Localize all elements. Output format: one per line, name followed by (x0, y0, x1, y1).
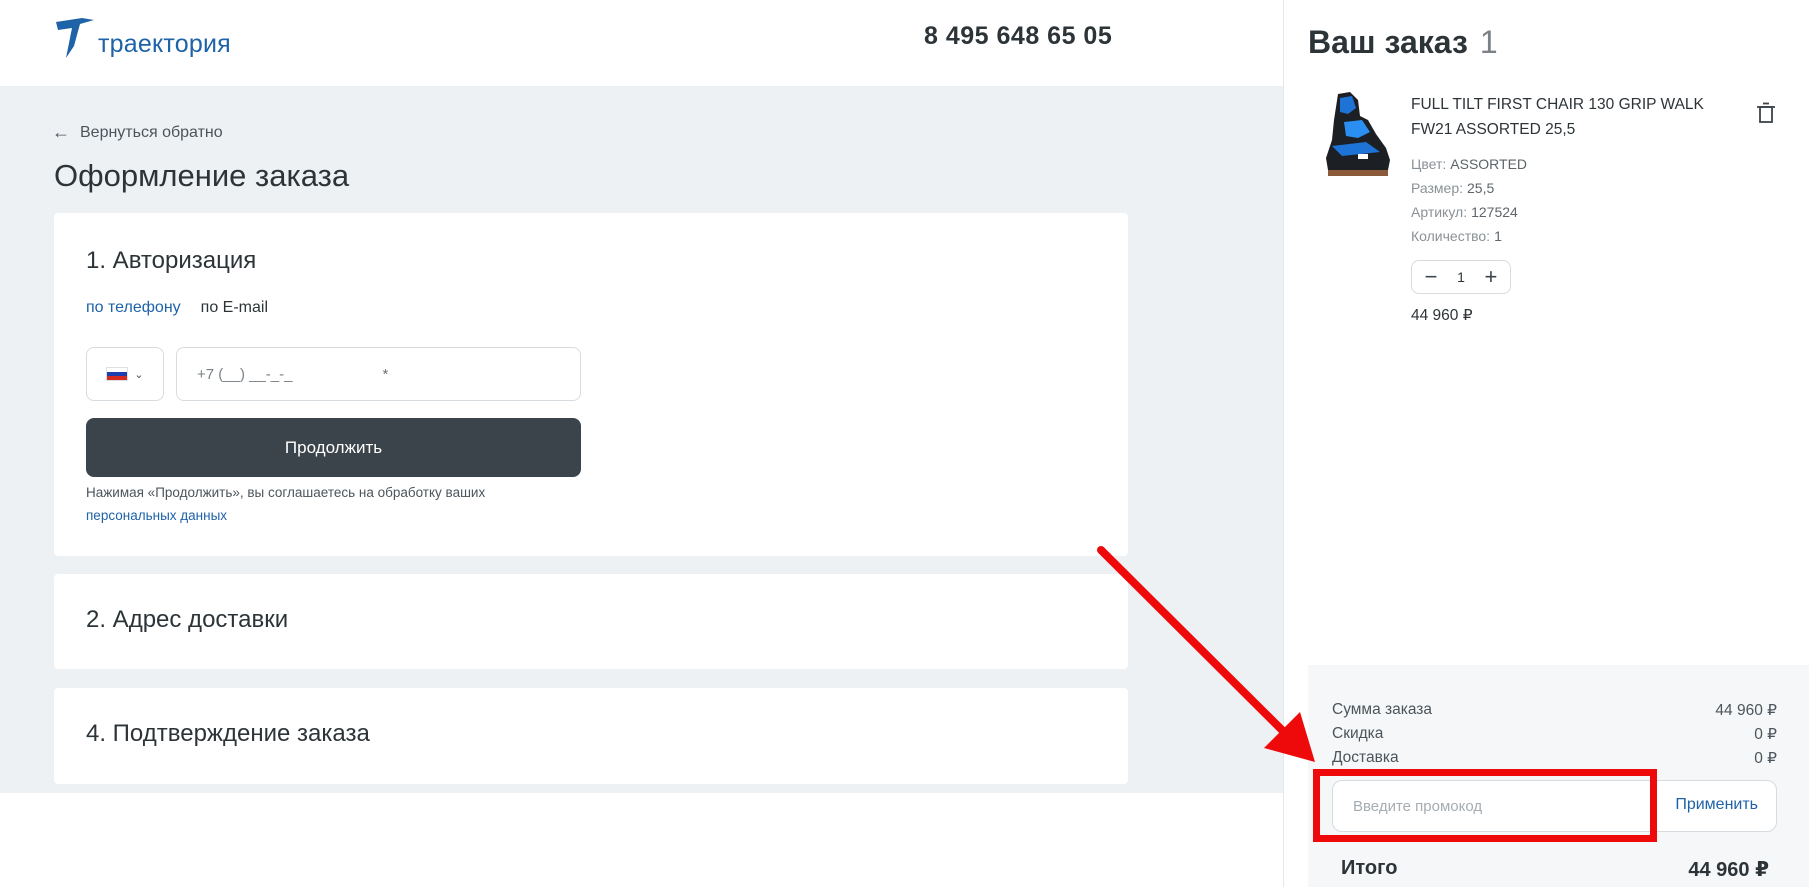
attr-label: Артикул: (1411, 204, 1468, 220)
attr-value: 127524 (1471, 204, 1518, 220)
product-image[interactable] (1318, 90, 1394, 182)
item-price: 44 960 ₽ (1411, 307, 1473, 324)
plus-icon[interactable]: + (1480, 266, 1502, 288)
attr-row: Количество: 1 (1411, 224, 1527, 248)
product-name[interactable]: FULL TILT FIRST CHAIR 130 GRIP WALK FW21… (1411, 92, 1721, 142)
delivery-title: 2. Адрес доставки (86, 606, 289, 633)
apply-promo-button[interactable]: Применить (1675, 796, 1758, 814)
attr-label: Количество: (1411, 228, 1491, 244)
required-mark: * (382, 365, 389, 383)
back-link[interactable]: ← Вернуться обратно (52, 122, 223, 143)
personal-data-link[interactable]: персональных данных (86, 508, 227, 523)
phone-placeholder: +7 (__) __-_-_ (197, 365, 293, 383)
annotation-highlight-box (1313, 769, 1657, 842)
order-sidebar: Ваш заказ 1 FULL TILT FIRST CHAIR 130 GRI… (1283, 0, 1809, 887)
consent-label: Нажимая «Продолжить», вы соглашаетесь на… (86, 485, 486, 500)
delivery-row: Доставка 0 ₽ (1332, 749, 1777, 768)
order-title-label: Ваш заказ (1308, 24, 1468, 60)
auth-tabs: по телефону по E-mail (86, 299, 268, 317)
arrow-left-icon: ← (52, 122, 70, 142)
logo[interactable]: траектория (52, 14, 252, 62)
attr-row: Артикул: 127524 (1411, 200, 1527, 224)
auth-card: 1. Авторизация по телефону по E-mail ⌄ +… (54, 213, 1128, 556)
total-label: Итого (1341, 857, 1398, 879)
total-value: 44 960 ₽ (1688, 859, 1769, 881)
discount-row: Скидка 0 ₽ (1332, 725, 1777, 744)
continue-button[interactable]: Продолжить (86, 418, 581, 477)
minus-icon[interactable]: − (1420, 266, 1442, 288)
attr-value: 1 (1494, 228, 1502, 244)
country-select[interactable]: ⌄ (86, 347, 164, 401)
page-title: Оформление заказа (54, 158, 350, 193)
delivery-value: 0 ₽ (1754, 750, 1777, 767)
attr-label: Размер: (1411, 180, 1464, 196)
discount-value: 0 ₽ (1754, 726, 1777, 743)
tab-by-phone[interactable]: по телефону (86, 299, 181, 317)
logo-text: траектория (98, 29, 231, 58)
discount-label: Скидка (1332, 725, 1384, 742)
header-phone[interactable]: 8 495 648 65 05 (924, 22, 1112, 51)
auth-title: 1. Авторизация (86, 247, 257, 274)
phone-input[interactable]: +7 (__) __-_-_ * (176, 347, 581, 401)
trash-icon[interactable] (1756, 102, 1776, 124)
attr-row: Размер: 25,5 (1411, 176, 1527, 200)
product-attributes: Цвет: ASSORTED Размер: 25,5 Артикул: 127524… (1411, 152, 1527, 248)
attr-value: ASSORTED (1450, 156, 1528, 172)
russia-flag-icon (106, 367, 129, 381)
sum-row: Сумма заказа 44 960 ₽ (1332, 701, 1777, 720)
checkout-main: траектория 8 495 648 65 05 ← Вернуться о… (0, 0, 1283, 887)
confirm-title: 4. Подтверждение заказа (86, 720, 370, 747)
sum-value: 44 960 ₽ (1715, 702, 1777, 719)
quantity-value: 1 (1457, 269, 1465, 285)
sum-label: Сумма заказа (1332, 701, 1433, 718)
total-row: Итого 44 960 ₽ (1341, 857, 1769, 882)
delivery-label: Доставка (1332, 749, 1399, 766)
consent-text: Нажимая «Продолжить», вы соглашаетесь на… (86, 481, 546, 527)
confirm-card[interactable]: 4. Подтверждение заказа (54, 688, 1128, 784)
back-link-label: Вернуться обратно (80, 123, 223, 141)
attr-value: 25,5 (1467, 180, 1495, 196)
delivery-card[interactable]: 2. Адрес доставки (54, 574, 1128, 669)
order-count: 1 (1479, 24, 1498, 60)
site-header: траектория 8 495 648 65 05 (0, 0, 1283, 86)
tab-by-email[interactable]: по E-mail (201, 299, 268, 317)
attr-row: Цвет: ASSORTED (1411, 152, 1527, 176)
quantity-stepper: − 1 + (1411, 260, 1511, 294)
order-title: Ваш заказ 1 (1308, 24, 1498, 61)
attr-label: Цвет: (1411, 156, 1447, 172)
logo-icon (56, 18, 94, 58)
chevron-down-icon: ⌄ (134, 368, 144, 381)
